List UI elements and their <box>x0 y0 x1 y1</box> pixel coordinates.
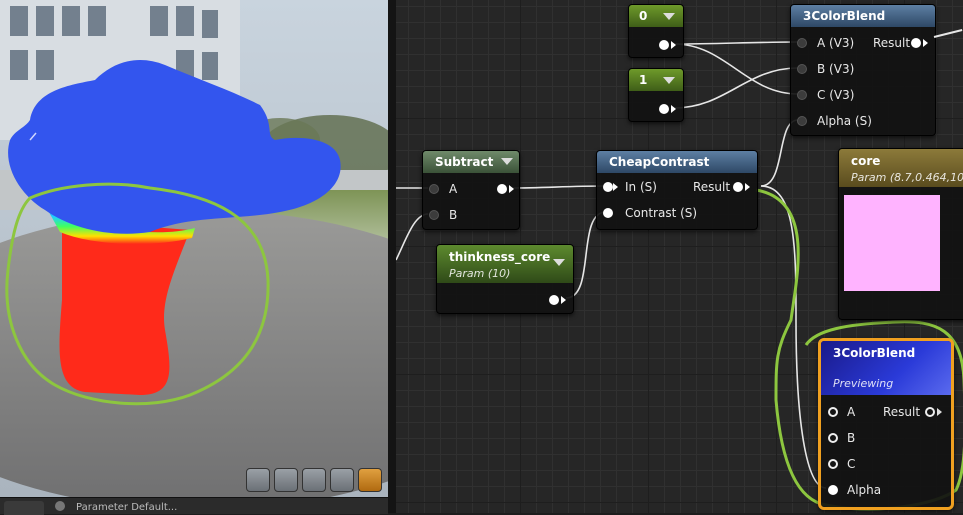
input-pin-in[interactable] <box>603 182 613 192</box>
input-label-c: C <box>847 457 856 471</box>
sphere-icon[interactable] <box>274 468 298 492</box>
input-pin-a[interactable] <box>797 38 807 48</box>
node-subtitle: Param (10) <box>449 267 511 280</box>
input-pin-c[interactable] <box>828 459 838 469</box>
input-pin-b[interactable] <box>797 64 807 74</box>
output-label-result: Result <box>883 405 921 419</box>
input-label-alpha: Alpha <box>847 483 882 497</box>
subtract-node[interactable]: Subtract A B <box>422 150 520 230</box>
input-label-a: A <box>449 182 458 196</box>
constant-node-1[interactable]: 1 <box>628 68 684 122</box>
input-pin-a[interactable] <box>828 407 838 417</box>
node-subtitle: Param (8.7,0.464,10, <box>851 171 963 184</box>
node-title: core <box>851 154 881 168</box>
cylinder-icon[interactable] <box>246 468 270 492</box>
arrow-right-icon <box>745 183 750 191</box>
input-pin-contrast[interactable] <box>603 208 613 218</box>
three-color-blend-preview-node[interactable]: 3ColorBlend Previewing A B C Alpha Resul… <box>818 338 954 510</box>
output-label-result: Result <box>693 180 731 194</box>
input-pin-b[interactable] <box>828 433 838 443</box>
chevron-down-icon[interactable] <box>501 158 513 165</box>
output-pin-result[interactable] <box>911 38 921 48</box>
node-header: core Param (8.7,0.464,10, <box>839 149 963 187</box>
input-label-c: C (V3) <box>817 88 855 102</box>
input-pin-alpha[interactable] <box>797 116 807 126</box>
input-label-b: B <box>449 208 458 222</box>
node-title: 3ColorBlend <box>791 5 935 27</box>
input-label-in: In (S) <box>625 180 657 194</box>
input-pin-c[interactable] <box>797 90 807 100</box>
input-pin-alpha[interactable] <box>828 485 838 495</box>
output-pin[interactable] <box>497 184 507 194</box>
output-pin[interactable] <box>659 104 669 114</box>
input-label-b: B (V3) <box>817 62 855 76</box>
panel-splitter[interactable] <box>388 0 396 513</box>
node-header: 3ColorBlend Previewing <box>821 341 951 395</box>
thickness-core-param-node[interactable]: thinkness_core Param (10) <box>436 244 574 314</box>
plane-icon[interactable] <box>302 468 326 492</box>
output-label-result: Result <box>873 36 911 50</box>
input-pin-b[interactable] <box>429 210 439 220</box>
input-label-a: A (V3) <box>817 36 855 50</box>
output-pin[interactable] <box>659 40 669 50</box>
output-pin-result[interactable] <box>925 407 935 417</box>
teapot-icon[interactable] <box>358 468 382 492</box>
preview-scene <box>0 0 388 497</box>
material-graph-canvas[interactable]: 0 1 3ColorBlend A (V3) B (V3) C (V3) Alp… <box>396 0 963 513</box>
arrow-right-icon <box>671 105 676 113</box>
input-label-contrast: Contrast (S) <box>625 206 698 220</box>
output-pin-result[interactable] <box>733 182 743 192</box>
arrow-right-icon <box>613 183 618 191</box>
cube-icon[interactable] <box>330 468 354 492</box>
core-param-node[interactable]: core Param (8.7,0.464,10, <box>838 148 963 320</box>
input-label-a: A <box>847 405 856 419</box>
chevron-down-icon[interactable] <box>663 13 675 20</box>
bottom-tab-bar: Parameter Default... <box>0 497 388 515</box>
node-title: CheapContrast <box>597 151 757 173</box>
node-subtitle: Previewing <box>833 377 894 390</box>
arrow-right-icon <box>923 39 928 47</box>
arrow-right-icon <box>671 41 676 49</box>
parameter-icon <box>55 501 65 511</box>
constant-node-0[interactable]: 0 <box>628 4 684 58</box>
chevron-down-icon[interactable] <box>663 77 675 84</box>
arrow-right-icon <box>509 185 514 193</box>
arrow-right-icon <box>937 408 942 416</box>
three-color-blend-node[interactable]: 3ColorBlend A (V3) B (V3) C (V3) Alpha (… <box>790 4 936 136</box>
material-preview-viewport[interactable] <box>0 0 388 497</box>
arrow-right-icon <box>561 296 566 304</box>
input-label-b: B <box>847 431 856 445</box>
output-pin[interactable] <box>549 295 559 305</box>
cheap-contrast-node[interactable]: CheapContrast In (S) Contrast (S) Result <box>596 150 758 230</box>
chevron-down-icon[interactable] <box>553 259 565 266</box>
color-swatch <box>844 195 940 291</box>
input-label-alpha: Alpha (S) <box>817 114 872 128</box>
input-pin-a[interactable] <box>429 184 439 194</box>
node-title: 3ColorBlend <box>833 346 916 360</box>
